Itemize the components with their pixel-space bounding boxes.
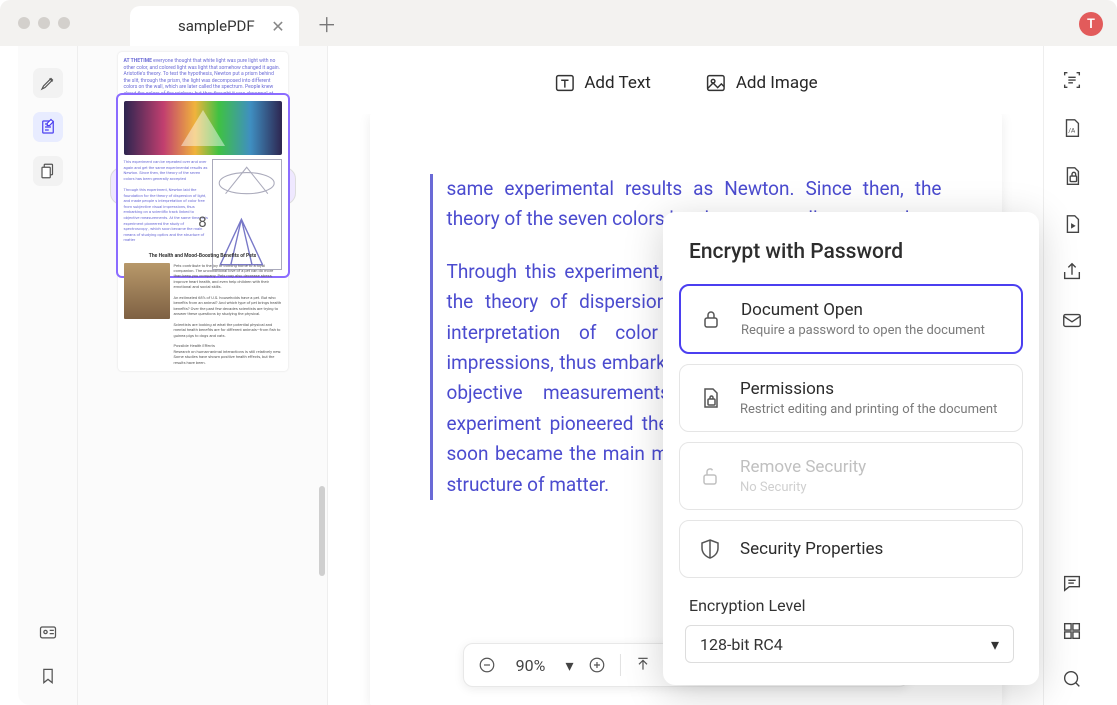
annotate-tool[interactable] [33, 112, 63, 142]
encryption-level-label: Encryption Level [689, 596, 1013, 615]
page-thumbnail-8-selected[interactable]: This experiment can be repeated over and… [118, 95, 288, 276]
svg-text:/A: /A [1068, 127, 1076, 135]
add-text-button[interactable]: Add Text [553, 72, 650, 94]
add-image-button[interactable]: Add Image [705, 72, 818, 94]
minimize-window-button[interactable] [38, 17, 50, 29]
titlebar: samplePDF ✕ ＋ T [0, 0, 1117, 46]
left-toolbar [18, 46, 78, 705]
id-card-icon[interactable] [33, 617, 63, 647]
close-window-button[interactable] [18, 17, 30, 29]
mail-icon[interactable] [1060, 308, 1084, 332]
unlock-icon [696, 462, 724, 490]
zoom-dropdown-button[interactable]: ▾ [565, 656, 573, 675]
pages-tool[interactable] [33, 156, 63, 186]
pdf-a-icon[interactable]: /A [1060, 116, 1084, 140]
encryption-level-select[interactable]: 128-bit RC4 ▾ [685, 625, 1014, 663]
thumbnail-scrollbar[interactable] [319, 46, 325, 705]
bookmark-icon[interactable] [33, 661, 63, 691]
remove-security-option[interactable]: Remove Security No Security [679, 442, 1023, 510]
security-properties-option[interactable]: Security Properties [679, 520, 1023, 578]
share-icon[interactable] [1060, 260, 1084, 284]
shield-icon [696, 535, 724, 563]
tab-close-button[interactable]: ✕ [271, 17, 284, 36]
encrypt-icon[interactable] [1060, 164, 1084, 188]
user-avatar[interactable]: T [1079, 12, 1103, 36]
document-lock-icon [696, 384, 724, 412]
maximize-window-button[interactable] [58, 17, 70, 29]
panel-title: Encrypt with Password [689, 240, 1013, 264]
thumbnail-panel: AT THETIME everyone thought that white l… [78, 46, 328, 705]
encrypt-password-panel: Encrypt with Password Document Open Requ… [663, 212, 1039, 685]
annotation-toolbar: Add Text Add Image [553, 72, 817, 94]
cat-image-icon [124, 263, 170, 319]
first-page-button[interactable] [635, 657, 651, 673]
zoom-in-button[interactable] [588, 656, 606, 674]
zoom-out-button[interactable] [477, 656, 495, 674]
highlighter-tool[interactable] [33, 68, 63, 98]
thumbnail-number: 8 [78, 213, 327, 231]
window-controls [18, 17, 70, 29]
page-thumbnail-9[interactable]: The Health and Mood-Boosting Benefits of… [118, 247, 288, 371]
app-body: AT THETIME everyone thought that white l… [18, 46, 1099, 705]
document-open-option[interactable]: Document Open Require a password to open… [679, 284, 1023, 354]
ocr-icon[interactable] [1060, 68, 1084, 92]
slideshow-icon[interactable] [1060, 212, 1084, 236]
document-tab[interactable]: samplePDF ✕ [130, 6, 299, 46]
prism-image [124, 101, 282, 155]
grid-view-icon[interactable] [1060, 619, 1084, 643]
tab-title: samplePDF [178, 17, 255, 35]
permissions-option[interactable]: Permissions Restrict editing and printin… [679, 364, 1023, 432]
chevron-down-icon: ▾ [991, 635, 999, 654]
right-toolbar: /A [1043, 46, 1099, 705]
new-tab-button[interactable]: ＋ [317, 9, 337, 38]
search-icon[interactable] [1060, 667, 1084, 691]
zoom-level: 90% [509, 656, 551, 675]
lock-icon [697, 305, 725, 333]
comment-icon[interactable] [1060, 571, 1084, 595]
